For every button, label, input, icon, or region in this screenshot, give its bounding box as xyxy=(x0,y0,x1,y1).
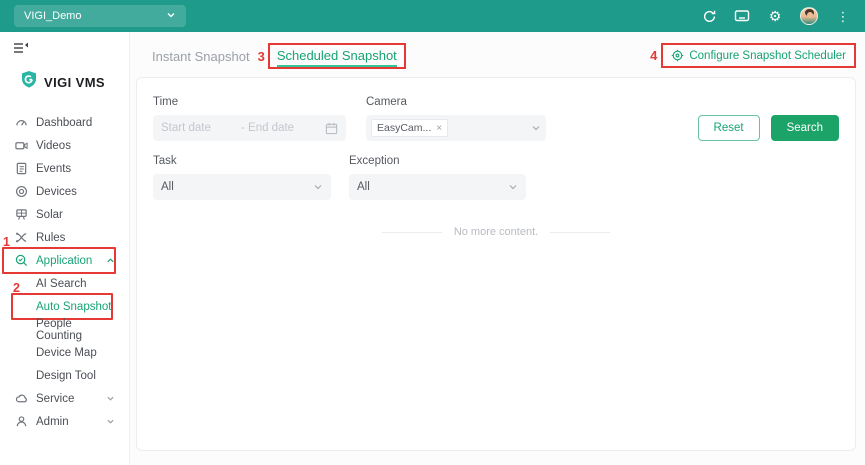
sidebar-item-label: Devices xyxy=(36,185,77,198)
annotation-number-4: 4 xyxy=(650,48,658,63)
admin-person-icon xyxy=(14,415,28,429)
start-date-placeholder: Start date xyxy=(161,122,211,134)
sidebar-item-label: Auto Snapshot xyxy=(36,300,112,313)
annotation-box-3: Scheduled Snapshot xyxy=(267,43,406,69)
logo-text: VIGI VMS xyxy=(44,74,105,90)
divider xyxy=(550,231,611,233)
app-logo: VIGI VMS xyxy=(20,70,129,94)
tab-scheduled-snapshot[interactable]: Scheduled Snapshot xyxy=(276,48,397,67)
snapshot-panel: Time Start date - End date Camera EasyCa… xyxy=(136,77,856,451)
videos-icon xyxy=(14,139,28,153)
service-cloud-icon xyxy=(14,392,28,406)
sidebar-item-device-map[interactable]: Device Map xyxy=(0,341,129,364)
annotation-box-4: Configure Snapshot Scheduler xyxy=(661,43,856,68)
main-content: Instant Snapshot 3 Scheduled Snapshot 4 … xyxy=(130,32,865,465)
camera-tag: EasyCam... × xyxy=(371,119,449,137)
sidebar-item-dashboard[interactable]: Dashboard xyxy=(0,111,129,134)
refresh-icon[interactable] xyxy=(701,8,717,24)
camera-select[interactable]: EasyCam... × xyxy=(366,115,546,141)
end-date-placeholder: - End date xyxy=(241,122,295,134)
sidebar-item-service[interactable]: Service xyxy=(0,387,129,410)
tab-instant-snapshot[interactable]: Instant Snapshot xyxy=(152,49,250,64)
sidebar-item-events[interactable]: Events xyxy=(0,157,129,180)
camera-label: Camera xyxy=(366,96,407,108)
rules-icon xyxy=(14,231,28,245)
configure-scheduler-row: 4 Configure Snapshot Scheduler xyxy=(650,43,856,68)
search-button[interactable]: Search xyxy=(770,115,839,141)
sidebar-item-label: Videos xyxy=(36,139,71,152)
chevron-up-icon xyxy=(106,256,115,265)
sidebar-item-design-tool[interactable]: Design Tool xyxy=(0,364,129,387)
calendar-icon xyxy=(325,122,338,135)
chevron-down-icon xyxy=(166,10,176,23)
chevron-down-icon xyxy=(531,123,541,133)
divider xyxy=(381,231,442,233)
sidebar-item-rules[interactable]: Rules xyxy=(0,226,129,249)
dashboard-icon xyxy=(14,116,28,130)
remove-tag-icon[interactable]: × xyxy=(436,123,442,134)
sidebar-item-videos[interactable]: Videos xyxy=(0,134,129,157)
user-avatar[interactable] xyxy=(800,7,818,25)
reset-button[interactable]: Reset xyxy=(697,115,760,141)
sidebar-item-label: Dashboard xyxy=(36,116,93,129)
sidebar-item-label: Device Map xyxy=(36,346,97,359)
sidebar-item-ai-search[interactable]: AI Search xyxy=(0,272,129,295)
sidebar-item-label: Service xyxy=(36,392,75,405)
settings-gear-icon[interactable]: ⚙ xyxy=(767,8,783,24)
sidebar-item-people-counting[interactable]: People Counting xyxy=(0,317,129,342)
time-label: Time xyxy=(153,96,179,108)
chevron-down-icon xyxy=(106,394,115,403)
chevron-down-icon xyxy=(106,417,115,426)
devices-icon xyxy=(14,185,28,199)
chevron-down-icon xyxy=(508,182,518,192)
configure-scheduler-link[interactable]: Configure Snapshot Scheduler xyxy=(689,50,846,62)
sidebar-item-label: Solar xyxy=(36,208,63,221)
application-search-icon xyxy=(14,254,28,268)
task-label: Task xyxy=(153,155,177,167)
empty-state-text: No more content. xyxy=(453,226,539,238)
exception-select[interactable]: All xyxy=(349,174,526,200)
task-value: All xyxy=(161,181,174,193)
sidebar-item-label: Events xyxy=(36,162,72,175)
chevron-down-icon xyxy=(313,182,323,192)
sidebar-item-application[interactable]: Application 1 xyxy=(0,235,129,274)
camera-tag-label: EasyCam... xyxy=(377,122,432,134)
sidebar-item-devices[interactable]: Devices xyxy=(0,180,129,203)
exception-label: Exception xyxy=(349,155,400,167)
sidebar-item-solar[interactable]: Solar xyxy=(0,203,129,226)
collapse-sidebar-icon[interactable] xyxy=(12,41,30,57)
site-selector[interactable]: VIGI_Demo xyxy=(14,5,186,27)
sidebar-item-admin[interactable]: Admin xyxy=(0,410,129,433)
sidebar-item-auto-snapshot[interactable]: Auto Snapshot 2 xyxy=(0,281,129,320)
empty-state: No more content. xyxy=(153,226,839,238)
kebab-menu-icon[interactable]: ⋮ xyxy=(835,8,851,24)
site-selector-value: VIGI_Demo xyxy=(24,10,82,22)
sidebar-item-label: Rules xyxy=(36,231,66,244)
sidebar-item-label: AI Search xyxy=(36,277,87,290)
shield-logo-icon xyxy=(20,70,38,94)
sidebar-item-label: Admin xyxy=(36,415,69,428)
exception-value: All xyxy=(357,181,370,193)
solar-icon xyxy=(14,208,28,222)
task-select[interactable]: All xyxy=(153,174,331,200)
sidebar-item-label: Design Tool xyxy=(36,369,96,382)
tabs-row: Instant Snapshot 3 Scheduled Snapshot xyxy=(152,43,406,69)
date-range-input[interactable]: Start date - End date xyxy=(153,115,346,141)
events-icon xyxy=(14,162,28,176)
topbar: VIGI_Demo ⚙ ⋮ xyxy=(0,0,865,32)
sidebar-item-label: People Counting xyxy=(36,317,83,342)
sidebar: VIGI VMS Dashboard Videos Events Devices… xyxy=(0,32,130,465)
annotation-number-3: 3 xyxy=(257,48,265,64)
screen-cast-icon[interactable] xyxy=(734,8,750,24)
configure-scheduler-gear-icon xyxy=(671,49,684,62)
sidebar-item-label: Application xyxy=(36,254,93,267)
sidebar-nav: Dashboard Videos Events Devices Solar Ru… xyxy=(0,111,129,433)
